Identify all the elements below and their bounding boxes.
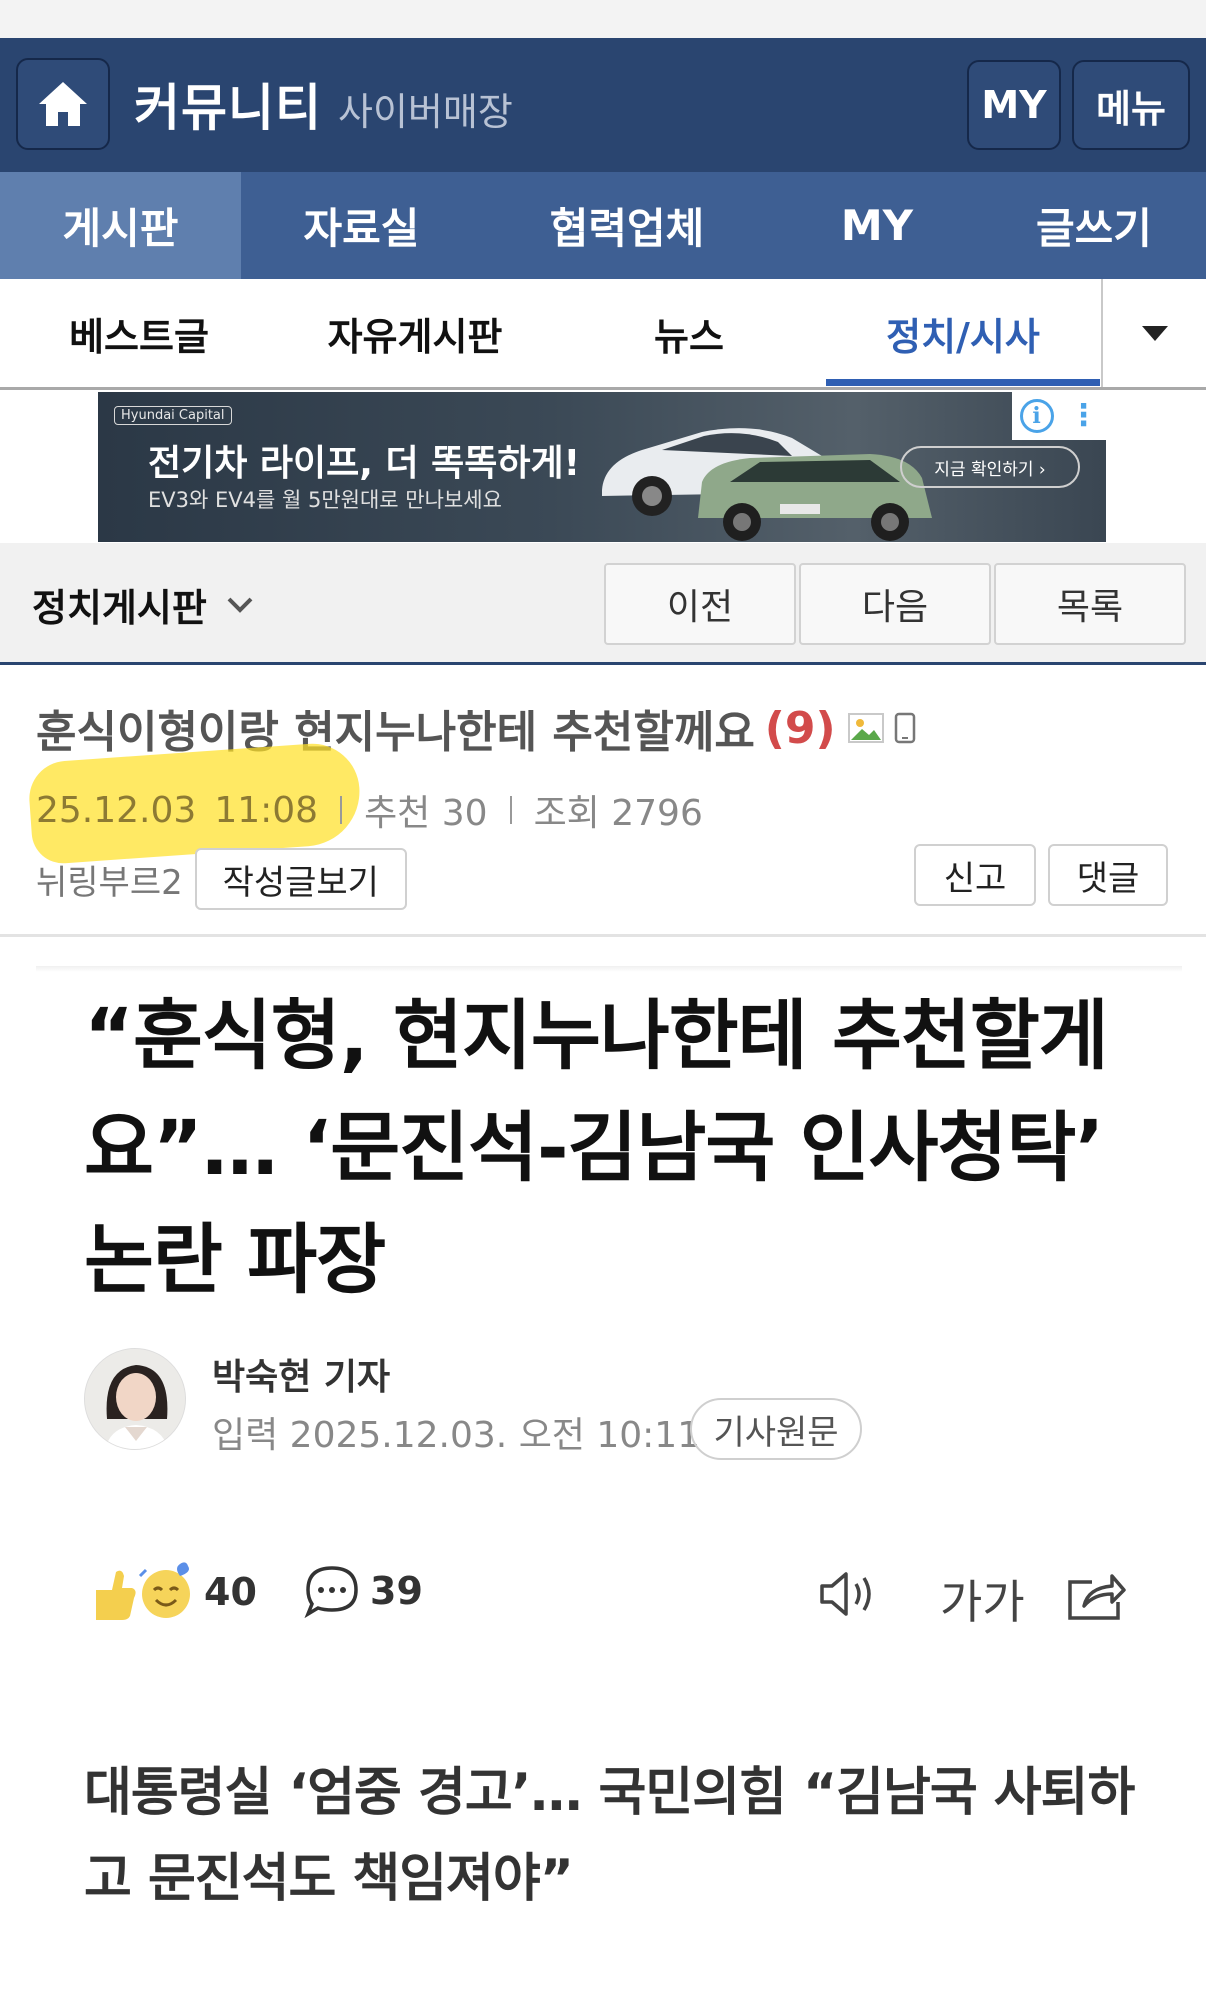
ad-headline: 전기차 라이프, 더 똑똑하게!	[148, 443, 581, 484]
ad-cta-button[interactable]: 지금 확인하기 ›	[900, 446, 1080, 488]
comment-bubble-icon	[304, 1566, 358, 1618]
chevron-down-icon	[227, 597, 253, 613]
reporter-avatar	[84, 1348, 186, 1450]
reporter-name[interactable]: 박숙현 기자	[212, 1348, 390, 1400]
ad-info-panel[interactable]: i ⋮	[1012, 392, 1106, 440]
nav-write[interactable]: 글쓰기	[982, 172, 1206, 279]
post-views: 조회 2796	[533, 793, 703, 834]
meta-separator	[340, 796, 343, 824]
my-button[interactable]: MY	[967, 60, 1061, 150]
post-recommend: 추천 30	[364, 793, 488, 834]
comment-count: (9)	[764, 702, 836, 754]
next-button[interactable]: 다음	[799, 563, 991, 645]
car-image-green	[698, 454, 932, 541]
ad-banner[interactable]: Hyundai Capital 전기차 라이프, 더 똑똑하게! EV3와 EV…	[98, 392, 1106, 542]
divider	[0, 934, 1206, 937]
prev-button[interactable]: 이전	[604, 563, 796, 645]
home-icon	[39, 82, 87, 126]
article-actions: 40 39 가가	[0, 1552, 1206, 1632]
site-title: 커뮤니티	[134, 79, 322, 137]
post-meta: 25.12.03 11:08 추천 30 조회 2796	[36, 784, 703, 836]
list-button[interactable]: 목록	[994, 563, 1186, 645]
image-attachment-icon	[847, 713, 884, 743]
menu-button[interactable]: 메뉴	[1072, 60, 1190, 150]
nav-archive[interactable]: 자료실	[241, 172, 482, 279]
comment-button[interactable]: 댓글	[1048, 844, 1168, 906]
info-icon[interactable]: i	[1019, 399, 1054, 433]
post-title: 훈식이형이랑 현지누나한테 추천할께요 (9)	[36, 696, 916, 760]
post-title-text: 훈식이형이랑 현지누나한테 추천할께요	[36, 707, 755, 758]
caret-down-icon	[1141, 326, 1168, 341]
board-selector[interactable]: 정치게시판	[32, 577, 255, 632]
article-comment-count: 39	[370, 1569, 423, 1613]
tab-news[interactable]: 뉴스	[552, 279, 826, 387]
site-header: 커뮤니티 사이버매장 MY 메뉴	[0, 38, 1206, 172]
home-button[interactable]	[16, 58, 110, 150]
brand[interactable]: 커뮤니티 사이버매장	[134, 68, 513, 140]
sub-nav: 베스트글 자유게시판 뉴스 정치/시사	[0, 279, 1206, 390]
active-tab-indicator	[826, 379, 1100, 386]
speaker-icon[interactable]	[816, 1568, 880, 1620]
font-size-label: 가가	[940, 1575, 1025, 1629]
board-name: 정치게시판	[32, 586, 207, 630]
nav-my[interactable]: MY	[772, 172, 982, 279]
tab-free-board[interactable]: 자유게시판	[278, 279, 552, 387]
meta-separator	[509, 796, 512, 824]
ad-subline: EV3와 EV4를 월 5만원대로 만나보세요	[148, 488, 502, 512]
share-icon[interactable]	[1064, 1568, 1128, 1624]
reaction-button[interactable]: 40	[88, 1560, 257, 1624]
article-input-time: 입력 2025.12.03. 오전 10:11	[212, 1415, 701, 1456]
content-top-shadow	[36, 966, 1182, 972]
board-bar: 정치게시판 이전 다음 목록	[0, 543, 1206, 665]
reporter-portrait	[85, 1349, 185, 1449]
article-headline: “훈식형, 현지누나한테 추천할게요”… ‘문진석-김남국 인사청탁’ 논란 파…	[84, 991, 1109, 1304]
main-nav: 게시판 자료실 협력업체 MY 글쓰기	[0, 172, 1206, 279]
tab-politics[interactable]: 정치/시사	[826, 279, 1100, 387]
author-line: 뉘링부르2 작성글보기	[36, 848, 407, 910]
post-time: 11:08	[214, 789, 319, 831]
reaction-count: 40	[204, 1570, 257, 1614]
report-button[interactable]: 신고	[914, 844, 1036, 906]
reaction-emoji-icon	[96, 1562, 190, 1620]
view-posts-button[interactable]: 작성글보기	[194, 848, 407, 910]
site-subtitle: 사이버매장	[338, 90, 513, 134]
tab-best[interactable]: 베스트글	[0, 279, 278, 387]
more-options-icon[interactable]: ⋮	[1069, 401, 1099, 431]
article-comments-button[interactable]: 39	[304, 1564, 423, 1618]
mobile-icon	[894, 712, 915, 744]
nav-board[interactable]: 게시판	[0, 172, 241, 279]
more-tabs-button[interactable]	[1101, 279, 1206, 387]
post-date: 25.12.03	[36, 789, 197, 831]
status-strip	[0, 0, 1206, 38]
article-subheadline: 대통령실 ‘엄중 경고’… 국민의힘 “김남국 사퇴하고 문진석도 책임져야”	[84, 1763, 1135, 1909]
ad-brand: Hyundai Capital	[114, 406, 232, 425]
original-article-button[interactable]: 기사원문	[690, 1398, 862, 1460]
nav-partners[interactable]: 협력업체	[482, 172, 772, 279]
font-size-button[interactable]: 가가	[940, 1566, 1025, 1632]
author-name[interactable]: 뉘링부르2	[36, 855, 183, 904]
